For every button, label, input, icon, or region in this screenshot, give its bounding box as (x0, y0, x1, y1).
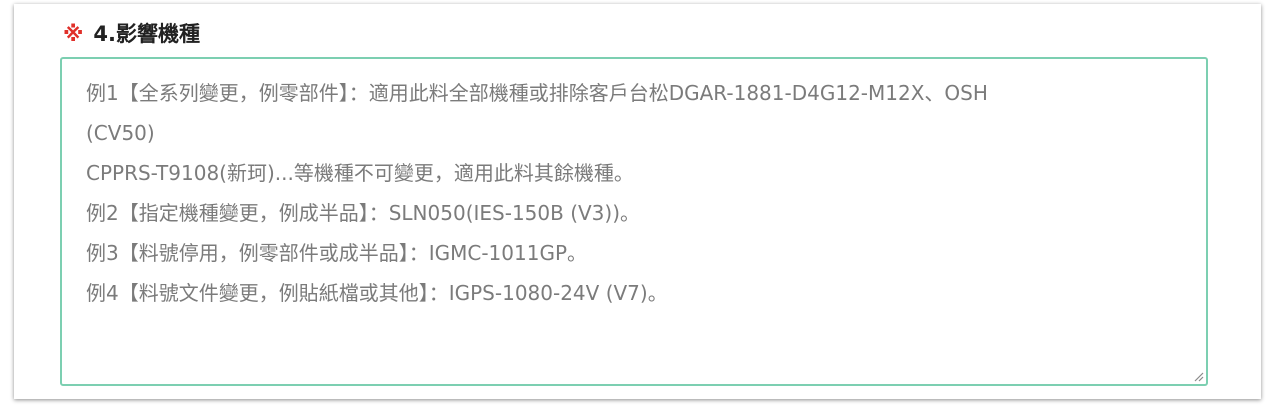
placeholder-line-5: 例3【料號停用，例零部件或成半品】：IGMC-1011GP。 (86, 241, 588, 265)
placeholder-line-2: (CV50) (86, 121, 155, 145)
placeholder-line-1: 例1【全系列變更，例零部件】：適用此料全部機種或排除客戶台松DGAR-1881-… (86, 81, 988, 105)
section-heading: ※ 4.影響機種 (63, 18, 200, 48)
placeholder-line-3: CPPRS-T9108(新珂)...等機種不可變更，適用此料其餘機種。 (86, 161, 634, 185)
placeholder-line-4: 例2【指定機種變更，例成半品】：SLN050(IES-150B (V3))。 (86, 201, 641, 225)
resize-handle-icon[interactable] (1192, 370, 1204, 382)
textarea-placeholder: 例1【全系列變更，例零部件】：適用此料全部機種或排除客戶台松DGAR-1881-… (86, 73, 1176, 313)
required-mark: ※ (63, 22, 84, 46)
section-title: 4.影響機種 (93, 22, 201, 46)
affected-models-textarea[interactable]: 例1【全系列變更，例零部件】：適用此料全部機種或排除客戶台松DGAR-1881-… (60, 57, 1208, 386)
placeholder-line-6: 例4【料號文件變更，例貼紙檔或其他】：IGPS-1080-24V (V7)。 (86, 281, 668, 305)
form-section-card: ※ 4.影響機種 例1【全系列變更，例零部件】：適用此料全部機種或排除客戶台松DG… (14, 4, 1261, 399)
